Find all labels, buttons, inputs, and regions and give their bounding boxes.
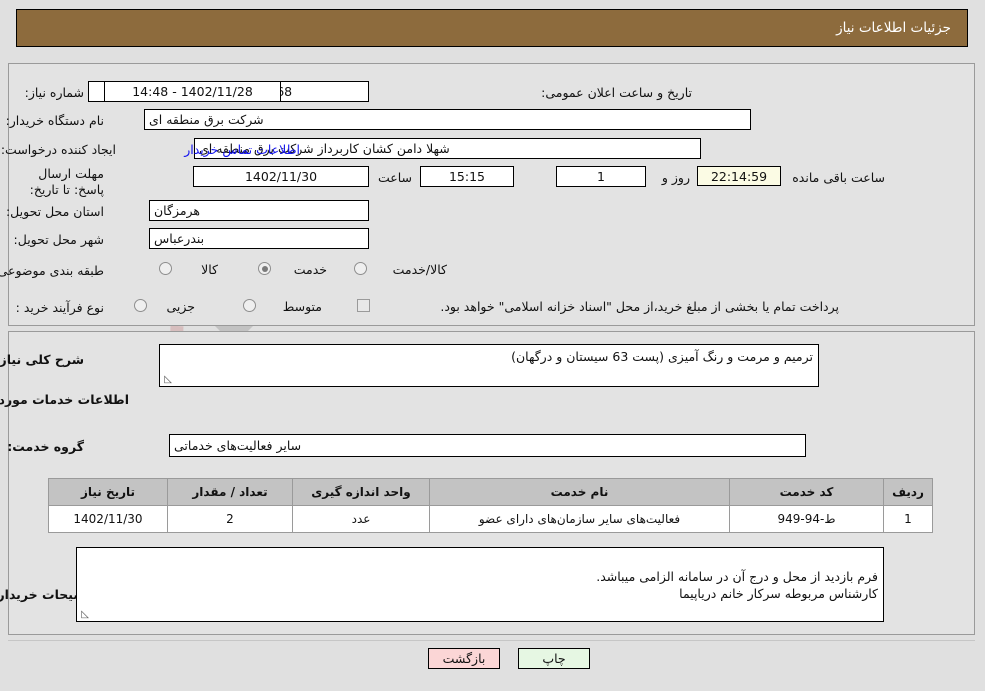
requester-label: ایجاد کننده درخواست: xyxy=(1,142,117,157)
page-root: AnaTender.net جزئیات اطلاعات نیاز شماره … xyxy=(0,0,985,691)
category-radio-service[interactable] xyxy=(259,262,272,275)
col-quantity: تعداد / مقدار xyxy=(168,478,294,506)
deadline-countdown-value: 22:14:59 xyxy=(698,166,782,186)
services-section-title: اطلاعات خدمات مورد نیاز xyxy=(0,392,130,407)
table-row: 1 ط-94-949 فعالیت‌های سایر سازمان‌های دا… xyxy=(49,505,934,533)
col-unit: واحد اندازه گیری xyxy=(293,478,431,506)
page-title: جزئیات اطلاعات نیاز xyxy=(837,20,952,36)
resize-grip-icon-notes[interactable]: ◺ xyxy=(81,610,90,620)
service-group-label: گروه خدمت: xyxy=(8,439,85,454)
category-label-goods: کالا xyxy=(202,262,219,277)
back-button[interactable]: بازگشت xyxy=(429,648,501,669)
category-label-goods-service: کالا/خدمت xyxy=(393,262,448,277)
category-radio-goods[interactable] xyxy=(160,262,173,275)
cell-row-number: 1 xyxy=(884,505,934,533)
services-table: ردیف کد خدمت نام خدمت واحد اندازه گیری ت… xyxy=(49,478,934,533)
buyer-org-value: شرکت برق منطقه ای xyxy=(145,109,752,130)
purchase-type-radio-minor[interactable] xyxy=(135,299,148,312)
deadline-days-value: 1 xyxy=(557,166,647,187)
general-desc-value: ترمیم و مرمت و رنگ آمیزی (پست 63 سیستان … xyxy=(512,349,814,364)
treasury-bonds-note: پرداخت تمام یا بخشی از مبلغ خرید،از محل … xyxy=(441,299,840,314)
cell-service-name: فعالیت‌های سایر سازمان‌های دارای عضو xyxy=(430,505,731,533)
col-row-number: ردیف xyxy=(884,478,934,506)
deadline-time-label: ساعت xyxy=(378,170,413,185)
table-header-row: ردیف کد خدمت نام خدمت واحد اندازه گیری ت… xyxy=(49,478,934,506)
col-need-date: تاریخ نیاز xyxy=(49,478,169,506)
cell-need-date: 1402/11/30 xyxy=(49,505,169,533)
cell-service-code: ط-94-949 xyxy=(730,505,885,533)
page-title-bar: جزئیات اطلاعات نیاز xyxy=(17,9,969,47)
buyer-contact-link[interactable]: اطلاعات تماس خریدار xyxy=(185,142,301,157)
buyer-org-label: نام دستگاه خریدار: xyxy=(6,113,105,128)
purchase-type-radio-medium[interactable] xyxy=(244,299,257,312)
deadline-days-label: روز و xyxy=(662,170,691,185)
purchase-type-label-minor: جزیی xyxy=(167,299,196,314)
deadline-countdown-label: ساعت باقی مانده xyxy=(793,170,886,185)
cell-unit: عدد xyxy=(293,505,431,533)
province-label: استان محل تحویل: xyxy=(6,204,105,219)
resize-grip-icon[interactable]: ◺ xyxy=(164,375,173,385)
announce-datetime-label: تاریخ و ساعت اعلان عمومی: xyxy=(542,85,693,100)
buyer-notes-textarea[interactable]: فرم بازدید از محل و درج آن در سامانه الز… xyxy=(77,547,885,622)
col-service-name: نام خدمت xyxy=(430,478,731,506)
service-group-value: سایر فعالیت‌های خدماتی xyxy=(170,434,807,457)
cell-quantity: 2 xyxy=(168,505,294,533)
treasury-bonds-checkbox[interactable] xyxy=(358,299,371,312)
general-desc-label: شرح کلی نیاز: xyxy=(0,352,85,367)
deadline-time-value: 15:15 xyxy=(421,166,515,187)
city-value: بندرعباس xyxy=(150,228,370,249)
print-button[interactable]: چاپ xyxy=(519,648,591,669)
category-label-service: خدمت xyxy=(294,262,328,277)
buyer-notes-value: فرم بازدید از محل و درج آن در سامانه الز… xyxy=(597,569,879,601)
purchase-type-label: نوع فرآیند خرید : xyxy=(16,300,105,315)
general-desc-textarea[interactable]: ترمیم و مرمت و رنگ آمیزی (پست 63 سیستان … xyxy=(160,344,820,387)
city-label: شهر محل تحویل: xyxy=(14,232,105,247)
purchase-type-label-medium: متوسط xyxy=(283,299,323,314)
deadline-date-value: 1402/11/30 xyxy=(194,166,370,187)
need-number-label: شماره نیاز: xyxy=(25,85,85,100)
col-service-code: کد خدمت xyxy=(730,478,885,506)
announce-datetime-value: 1402/11/28 - 14:48 xyxy=(105,81,282,102)
category-radio-goods-service[interactable] xyxy=(355,262,368,275)
footer-divider xyxy=(9,640,976,641)
need-info-panel xyxy=(9,63,976,326)
deadline-label: مهلت ارسال پاسخ: تا تاریخ: xyxy=(30,166,105,197)
province-value: هرمزگان xyxy=(150,200,370,221)
category-label: طبقه بندی موضوعی: xyxy=(0,263,105,278)
